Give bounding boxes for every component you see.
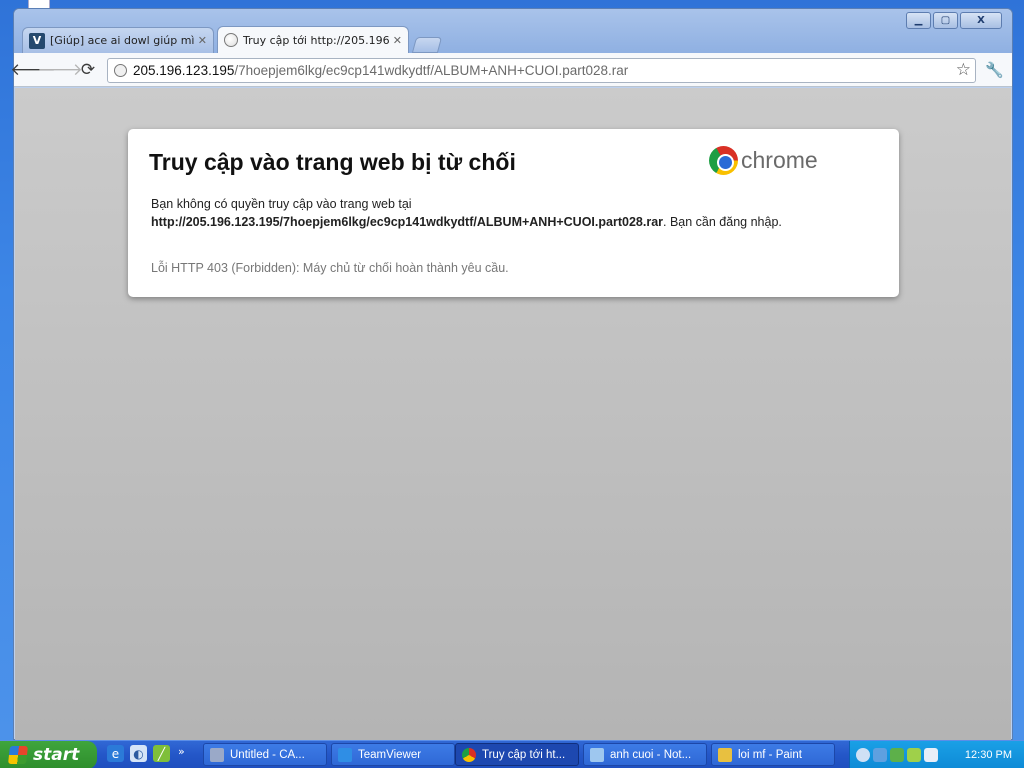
task-label: anh cuoi - Not... — [610, 748, 692, 761]
toolbar: 🡐 🡒 ⟳ 205.196.123.195/7hoepjem6lkg/ec9cp… — [10, 53, 1012, 87]
quick-launch-more-icon[interactable]: » — [178, 745, 185, 762]
windows-flag-icon — [8, 746, 28, 764]
start-label: start — [33, 745, 80, 765]
info-tray-icon[interactable] — [924, 748, 938, 762]
forward-arrow-icon[interactable]: 🡒 — [37, 59, 83, 81]
tab-close-icon[interactable]: ✕ — [198, 34, 207, 47]
arrow-back-icon[interactable] — [856, 748, 870, 762]
tab-title: Truy cập tới http://205.196.123 — [243, 33, 390, 47]
error-code: Lỗi HTTP 403 (Forbidden): Máy chủ từ chố… — [151, 261, 509, 275]
new-tab-button[interactable] — [411, 37, 443, 53]
title-bar[interactable]: ▁ ▢ X V [Giúp] ace ai dowl giúp mình fil… — [14, 9, 1012, 53]
tab-strip: V [Giúp] ace ai dowl giúp mình file ✕ Tr… — [22, 26, 443, 53]
error-url: http://205.196.123.195/7hoepjem6lkg/ec9c… — [151, 215, 664, 229]
task-button-chrome[interactable]: Truy cập tới ht... — [455, 743, 579, 766]
globe-tray-icon[interactable] — [890, 748, 904, 762]
maximize-button[interactable]: ▢ — [933, 12, 958, 29]
tool-tray-icon[interactable] — [907, 748, 921, 762]
window-controls: ▁ ▢ X — [904, 12, 1002, 29]
reload-icon[interactable]: ⟳ — [77, 59, 99, 81]
address-path: /7hoepjem6lkg/ec9cp141wdkydtf/ALBUM+ANH+… — [234, 63, 629, 78]
wrench-menu-icon[interactable]: 🔧 — [985, 61, 1004, 79]
chrome-window: ▁ ▢ X V [Giúp] ace ai dowl giúp mình fil… — [10, 8, 1013, 740]
error-desc-line1: Bạn không có quyền truy cập vào trang we… — [151, 197, 412, 211]
teamviewer-icon — [338, 747, 352, 762]
error-description: Bạn không có quyền truy cập vào trang we… — [151, 195, 871, 231]
chrome-logo: chrome — [709, 146, 818, 175]
error-card: Truy cập vào trang web bị từ chối chrome… — [128, 129, 899, 297]
browser-icon[interactable]: ◐ — [130, 745, 147, 762]
paint-icon — [718, 747, 732, 762]
address-bar[interactable]: 205.196.123.195/7hoepjem6lkg/ec9cp141wdk… — [107, 58, 976, 83]
task-label: loi mf - Paint — [738, 748, 802, 761]
globe-icon — [224, 33, 238, 47]
chrome-logo-icon — [709, 146, 738, 175]
task-button-cadence[interactable]: Untitled - CA... — [203, 743, 327, 766]
start-button[interactable]: start — [0, 741, 97, 768]
task-label: Truy cập tới ht... — [482, 748, 566, 761]
notepad-icon — [590, 747, 604, 762]
page-content: Truy cập vào trang web bị từ chối chrome… — [15, 88, 1011, 740]
chrome-wordmark: chrome — [741, 147, 818, 173]
tab-forum[interactable]: V [Giúp] ace ai dowl giúp mình file ✕ — [22, 27, 214, 53]
clock: 12:30 PM — [964, 749, 1012, 761]
tab-close-icon[interactable]: ✕ — [393, 34, 402, 47]
quick-launch: e ◐ ╱ » — [107, 745, 185, 762]
task-button-notepad[interactable]: anh cuoi - Not... — [583, 743, 707, 766]
error-desc-suffix: . Bạn cần đăng nhập. — [663, 215, 782, 229]
network-icon[interactable] — [873, 748, 887, 762]
tab-title: [Giúp] ace ai dowl giúp mình file — [50, 34, 195, 47]
task-label: TeamViewer — [358, 748, 422, 761]
minimize-button[interactable]: ▁ — [906, 12, 931, 29]
tab-active-error[interactable]: Truy cập tới http://205.196.123 ✕ — [217, 26, 409, 53]
tool-icon[interactable]: ╱ — [153, 745, 170, 762]
bookmark-star-icon[interactable]: ☆ — [956, 60, 971, 80]
internet-explorer-icon[interactable]: e — [107, 745, 124, 762]
task-button-paint[interactable]: loi mf - Paint — [711, 743, 835, 766]
close-button[interactable]: X — [960, 12, 1002, 29]
task-label: Untitled - CA... — [230, 748, 305, 761]
page-info-icon[interactable] — [114, 64, 127, 77]
error-title: Truy cập vào trang web bị từ chối — [149, 149, 516, 175]
address-host: 205.196.123.195 — [133, 63, 235, 78]
system-tray: 12:30 PM — [849, 741, 1024, 768]
chrome-icon — [462, 747, 476, 762]
cadence-icon — [210, 747, 224, 762]
vnz-logo-icon: V — [29, 32, 45, 49]
task-button-teamviewer[interactable]: TeamViewer — [331, 743, 455, 766]
taskbar: start e ◐ ╱ » Untitled - CA... TeamViewe… — [0, 740, 1024, 768]
